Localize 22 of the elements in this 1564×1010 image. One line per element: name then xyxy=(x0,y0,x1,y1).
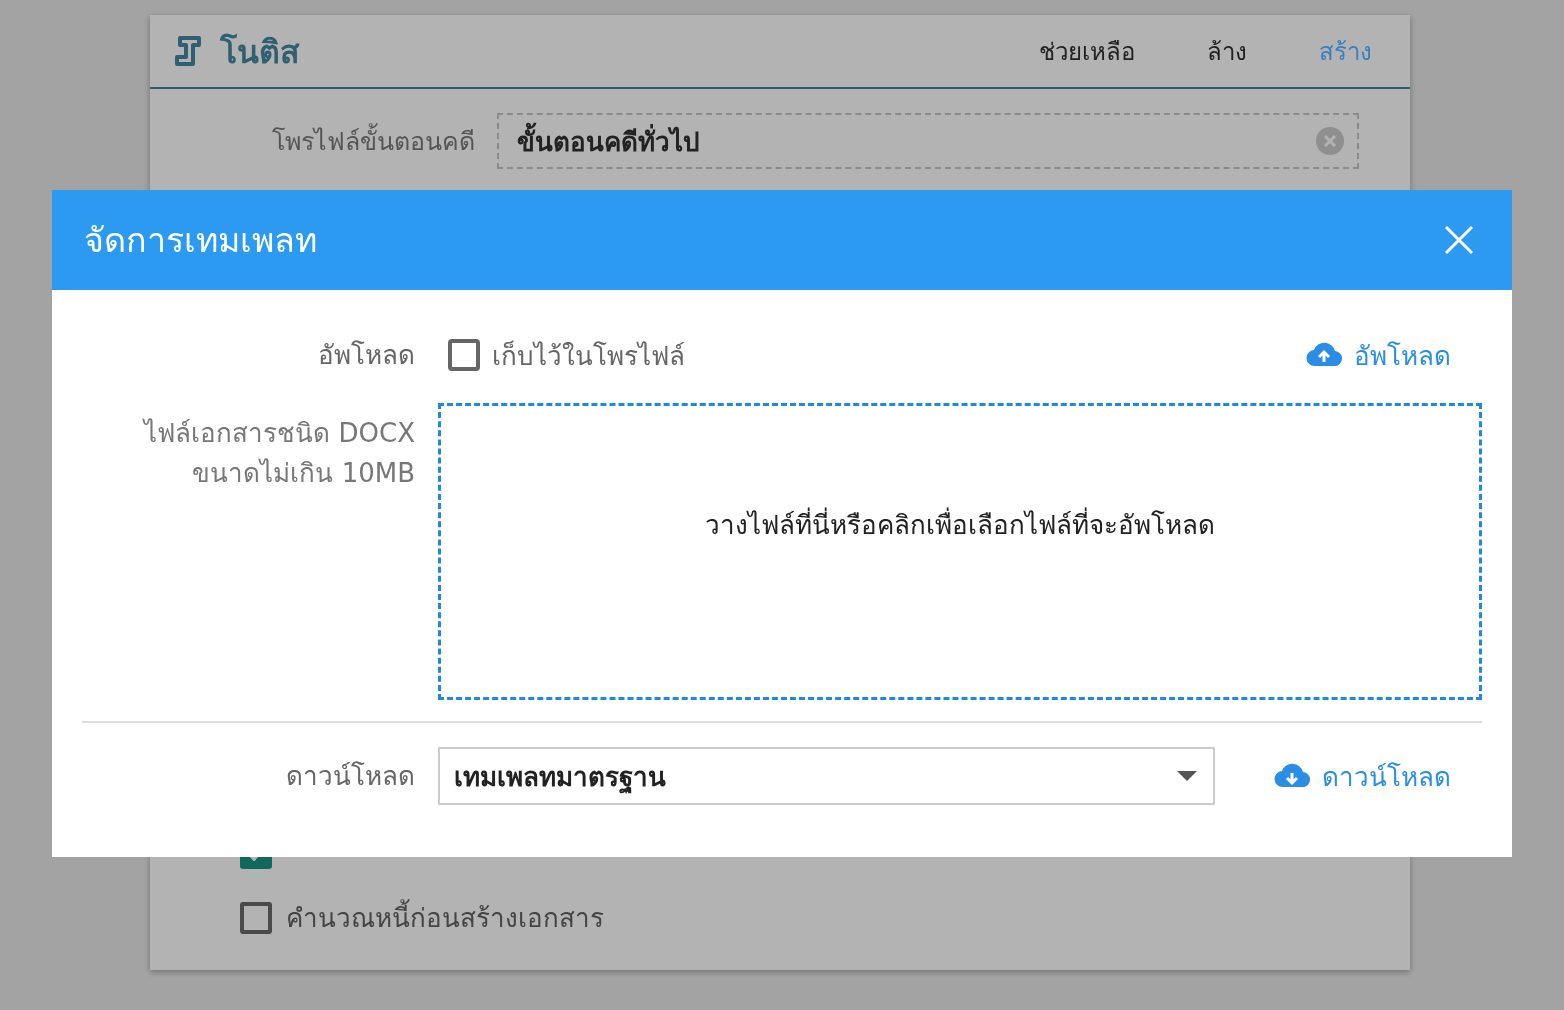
cloud-upload-icon xyxy=(1306,342,1342,368)
checkbox-label: คำนวณหนี้ก่อนสร้างเอกสาร xyxy=(286,897,604,938)
app-title: โนติส xyxy=(220,31,300,73)
modal-title: จัดการเทมเพลท xyxy=(84,219,317,262)
checkbox[interactable] xyxy=(448,339,480,371)
field-label: โพรไฟล์ขั้นตอนคดี xyxy=(150,121,475,161)
caret-icon xyxy=(1177,771,1197,781)
checkbox[interactable] xyxy=(240,901,272,934)
download-label: ดาวน์โหลด xyxy=(285,760,415,793)
nav-link[interactable]: ล้าง xyxy=(1207,31,1247,71)
logo-icon xyxy=(174,35,204,67)
close-icon[interactable] xyxy=(1444,225,1474,255)
upload-label: อัพโหลด xyxy=(317,339,415,372)
profile-field[interactable]: ขั้นตอนคดีทั่วไป xyxy=(497,113,1359,169)
template-select[interactable]: เทมเพลทมาตรฐาน xyxy=(438,747,1215,805)
dropzone[interactable]: วางไฟล์ที่นี่หรือคลิกเพื่อเลือกไฟล์ที่จะอัพโหลด xyxy=(438,403,1482,700)
checkbox-label: เก็บไว้ในโพรไฟล์ xyxy=(492,339,685,373)
file-hint: ขนาดไม่เกิน 10MB xyxy=(192,457,415,490)
nav-link[interactable]: ช่วยเหลือ xyxy=(1039,31,1135,71)
cloud-download-icon xyxy=(1274,763,1310,789)
dropzone-text: วางไฟล์ที่นี่หรือคลิกเพื่อเลือกไฟล์ที่จะอัพโหลด xyxy=(705,504,1215,545)
file-hint: ไฟล์เอกสารชนิด DOCX xyxy=(144,417,415,450)
